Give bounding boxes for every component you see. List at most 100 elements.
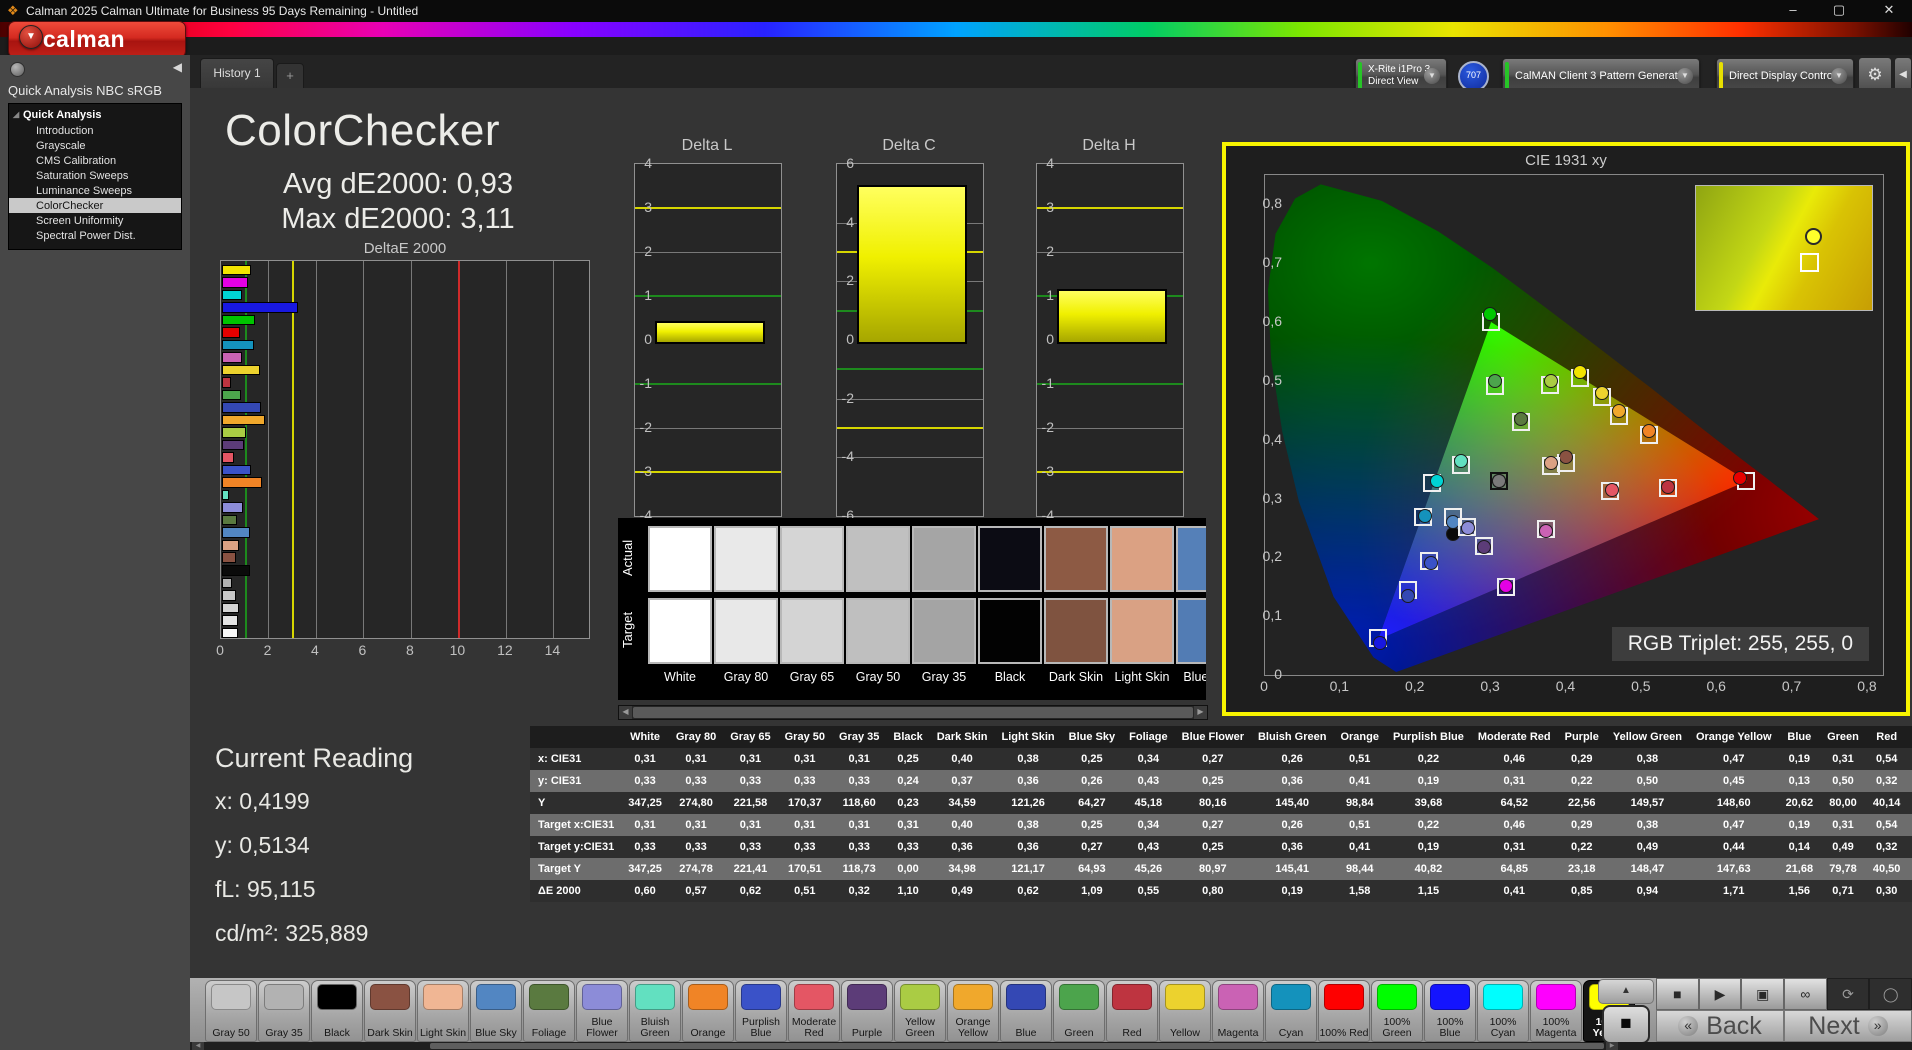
close-button[interactable]: ✕ xyxy=(1872,0,1906,22)
scrollbar-thumb[interactable] xyxy=(633,707,1193,718)
y-tick-label: 2 xyxy=(1046,243,1054,259)
minimize-button[interactable]: – xyxy=(1776,0,1810,22)
row-label: Target x:CIE31 xyxy=(530,814,622,836)
swatch-scrollbar[interactable]: ◀ ▶ xyxy=(618,705,1208,720)
table-cell: 0,33 xyxy=(777,836,832,858)
patch-button-100-red[interactable]: 100% Red xyxy=(1318,980,1370,1042)
stop-button[interactable]: ■ xyxy=(1656,978,1699,1010)
next-button[interactable]: Next » xyxy=(1784,1010,1912,1042)
table-cell: 0,33 xyxy=(886,836,930,858)
table-cell: 40,82 xyxy=(1385,858,1471,880)
table-cell: 0,43 xyxy=(1122,770,1175,792)
patch-button-purplish-blue[interactable]: Purplish Blue xyxy=(735,980,787,1042)
meter-chevron-icon[interactable]: ▼ xyxy=(1424,68,1440,84)
stop-pattern-button[interactable]: ■ xyxy=(1602,1005,1650,1044)
sidebar-led-button[interactable] xyxy=(10,62,25,77)
pattern-window-button[interactable]: ▣ xyxy=(1741,978,1785,1010)
tree-expander-icon[interactable]: ◢ xyxy=(13,110,19,119)
patch-button-green[interactable]: Green xyxy=(1053,980,1105,1042)
tab-history-1[interactable]: History 1 xyxy=(200,58,274,89)
tree-root-quick-analysis[interactable]: ◢ Quick Analysis xyxy=(9,107,181,123)
patch-button-blue[interactable]: Blue xyxy=(1000,980,1052,1042)
x-tick-label: 12 xyxy=(497,642,513,658)
reading-fl: fL: 95,115 xyxy=(215,876,316,902)
deltae-bar-orange-yellow xyxy=(222,414,265,426)
table-cell: 0,31 xyxy=(621,814,669,836)
tree-item-grayscale[interactable]: Grayscale xyxy=(9,138,181,153)
y-tick-label: 4 xyxy=(846,213,854,230)
table-cell: 0,54 xyxy=(1865,748,1908,770)
patch-button-gray-50[interactable]: Gray 50 xyxy=(205,980,257,1042)
patch-label: Black xyxy=(324,1027,350,1039)
scroll-right-icon[interactable]: ▶ xyxy=(1194,706,1207,719)
patch-button-bluish-green[interactable]: Bluish Green xyxy=(629,980,681,1042)
tree-item-saturation-sweeps[interactable]: Saturation Sweeps xyxy=(9,168,181,183)
table-cell: 145,40 xyxy=(1250,792,1334,814)
calman-logo[interactable]: ❖ calman ▼ xyxy=(8,21,186,58)
patch-label: Gray 35 xyxy=(265,1027,303,1039)
table-cell: 149,57 xyxy=(1605,792,1689,814)
patch-scroll-right-icon[interactable]: ▶ xyxy=(1606,1042,1618,1050)
table-cell: 204,75 xyxy=(1907,858,1912,880)
tree-item-colorchecker[interactable]: ColorChecker xyxy=(9,198,181,213)
measured-dot-cyan xyxy=(1417,509,1432,524)
table-cell: 0,51 xyxy=(1333,748,1386,770)
patch-button-blue-flower[interactable]: Blue Flower xyxy=(576,980,628,1042)
gridline xyxy=(363,261,365,638)
patch-button-blue-sky[interactable]: Blue Sky xyxy=(470,980,522,1042)
generator-chevron-icon[interactable]: ▼ xyxy=(1677,68,1693,84)
patch-scroll-left-icon[interactable]: ◀ xyxy=(192,1042,204,1050)
patch-chip-100-blue xyxy=(1430,984,1470,1010)
collapse-up-button[interactable]: ▲ xyxy=(1598,979,1654,1004)
patch-button-gray-35[interactable]: Gray 35 xyxy=(258,980,310,1042)
inset-target-square xyxy=(1799,252,1819,272)
back-button[interactable]: « Back xyxy=(1656,1010,1784,1042)
record-button[interactable]: ◯ xyxy=(1869,978,1912,1010)
table-cell: 0,50 xyxy=(1605,770,1689,792)
patch-button-foliage[interactable]: Foliage xyxy=(523,980,575,1042)
table-cell: 148,47 xyxy=(1605,858,1689,880)
table-cell: 0,31 xyxy=(777,748,832,770)
patch-button-orange-yellow[interactable]: Orange Yellow xyxy=(947,980,999,1042)
patch-scrollbar-thumb[interactable] xyxy=(430,1043,1604,1049)
patch-button-100-cyan[interactable]: 100% Cyan xyxy=(1477,980,1529,1042)
play-button[interactable]: ▶ xyxy=(1698,978,1742,1010)
sidebar-collapse-icon[interactable]: ◀ xyxy=(173,60,182,74)
patch-button-cyan[interactable]: Cyan xyxy=(1265,980,1317,1042)
tree-item-spectral-power-dist-[interactable]: Spectral Power Dist. xyxy=(9,228,181,243)
infinity-button[interactable]: ∞ xyxy=(1784,978,1827,1010)
patch-button-100-blue[interactable]: 100% Blue xyxy=(1424,980,1476,1042)
limit-line xyxy=(837,368,983,371)
x-tick-label: 14 xyxy=(544,642,561,658)
pattern-controls: ▲ ■ xyxy=(1598,978,1654,1044)
maximize-button[interactable]: ▢ xyxy=(1822,0,1856,22)
patch-label: Gray 50 xyxy=(212,1027,250,1039)
patch-button-yellow-green[interactable]: Yellow Green xyxy=(894,980,946,1042)
patch-button-dark-skin[interactable]: Dark Skin xyxy=(364,980,416,1042)
patch-button-yellow[interactable]: Yellow xyxy=(1159,980,1211,1042)
refresh-icon: ⟳ xyxy=(1842,986,1854,1002)
tree-item-luminance-sweeps[interactable]: Luminance Sweeps xyxy=(9,183,181,198)
column-header-foliage: Foliage xyxy=(1122,726,1175,748)
patch-button-magenta[interactable]: Magenta xyxy=(1212,980,1264,1042)
patch-button-100-magenta[interactable]: 100% Magenta xyxy=(1530,980,1582,1042)
add-tab-button[interactable]: + xyxy=(276,63,304,90)
patch-button-black[interactable]: Black xyxy=(311,980,363,1042)
patch-button-light-skin[interactable]: Light Skin xyxy=(417,980,469,1042)
patch-button-red[interactable]: Red xyxy=(1106,980,1158,1042)
patch-button-moderate-red[interactable]: Moderate Red xyxy=(788,980,840,1042)
tree-item-introduction[interactable]: Introduction xyxy=(9,123,181,138)
display-control-chevron-icon[interactable]: ▼ xyxy=(1831,68,1847,84)
target-swatch-black xyxy=(978,598,1042,664)
refresh-button[interactable]: ⟳ xyxy=(1826,978,1870,1010)
patch-button-100-green[interactable]: 100% Green xyxy=(1371,980,1423,1042)
tree-item-screen-uniformity[interactable]: Screen Uniformity xyxy=(9,213,181,228)
patch-button-purple[interactable]: Purple xyxy=(841,980,893,1042)
main-menu-chevron-icon[interactable]: ▼ xyxy=(19,25,43,49)
scroll-left-icon[interactable]: ◀ xyxy=(619,706,632,719)
tree-item-cms-calibration[interactable]: CMS Calibration xyxy=(9,153,181,168)
table-cell: 0,25 xyxy=(886,748,930,770)
patch-button-orange[interactable]: Orange xyxy=(682,980,734,1042)
patch-scrollbar[interactable]: ◀ ▶ xyxy=(190,1042,1620,1050)
main-content: ColorChecker Avg dE2000: 0,93 Max dE2000… xyxy=(190,88,1912,978)
